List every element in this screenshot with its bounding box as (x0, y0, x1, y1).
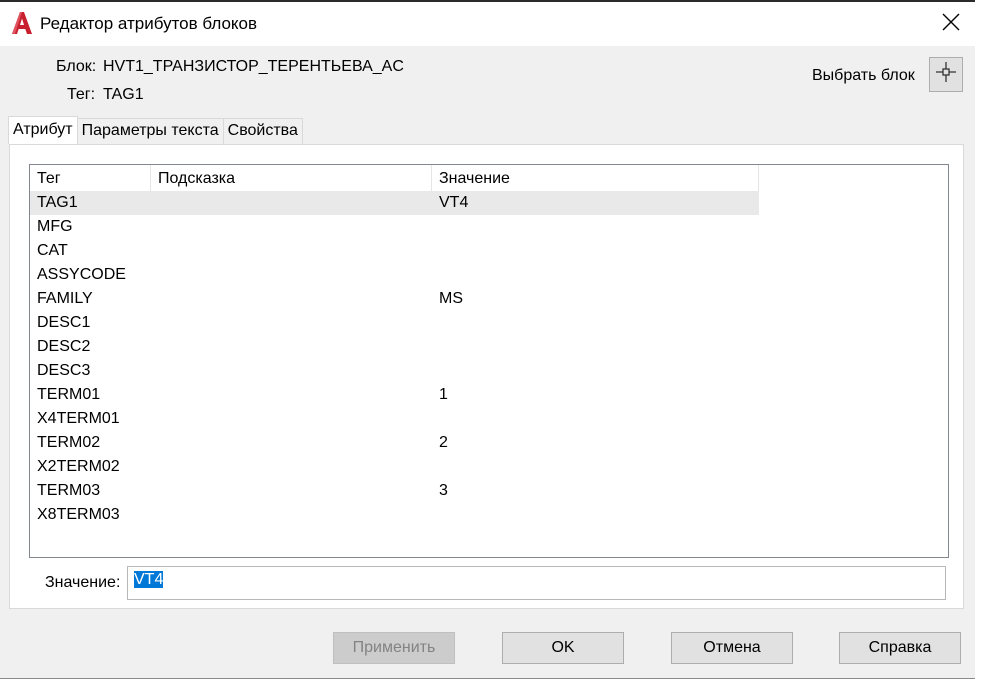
table-row[interactable]: TERM01 1 (30, 383, 948, 407)
value-input[interactable]: VT4 (127, 566, 946, 600)
value-input-text: VT4 (134, 571, 164, 588)
table-row[interactable]: FAMILY MS (30, 287, 948, 311)
cell-tag: MFG (37, 218, 73, 235)
table-row[interactable]: X8TERM03 (30, 503, 948, 527)
table-row[interactable]: TERM03 3 (30, 479, 948, 503)
cell-value (432, 359, 759, 383)
cell-tag: X4TERM01 (37, 410, 120, 427)
attribute-tab-panel: Тег Подсказка Значение TAG1 VT4 MFG CAT ASSY… (9, 144, 964, 609)
cell-value: MS (439, 290, 463, 307)
close-icon (942, 13, 960, 36)
attribute-list[interactable]: Тег Подсказка Значение TAG1 VT4 MFG CAT ASSY… (29, 164, 949, 558)
tag-label: Тег: (67, 86, 96, 103)
tab-attribute[interactable]: Атрибут (8, 116, 78, 144)
cell-tag: DESC2 (37, 338, 91, 355)
cell-tag: TERM01 (37, 386, 101, 403)
cell-value (432, 239, 759, 263)
tab-properties[interactable]: Свойства (222, 118, 303, 144)
table-row[interactable]: X2TERM02 (30, 455, 948, 479)
column-header-value[interactable]: Значение (432, 165, 759, 191)
cell-tag: ASSYCODE (37, 266, 126, 283)
value-label: Значение: (45, 574, 121, 591)
table-row[interactable]: DESC1 (30, 311, 948, 335)
pick-block-label: Выбрать блок (812, 67, 915, 84)
cell-tag: DESC1 (37, 314, 91, 331)
tab-text-options[interactable]: Параметры текста (76, 118, 224, 144)
title-bar: Редактор атрибутов блоков (0, 2, 975, 46)
cell-value (432, 455, 759, 479)
cell-tag: TERM03 (37, 482, 101, 499)
cell-prompt (151, 479, 432, 503)
tag-value: TAG1 (103, 86, 144, 103)
cell-value (432, 503, 759, 527)
table-row[interactable]: CAT (30, 239, 948, 263)
cell-prompt (151, 191, 432, 215)
block-attribute-editor-dialog: Редактор атрибутов блоков Блок: HVT1_ТРА… (0, 0, 984, 679)
table-row[interactable]: DESC2 (30, 335, 948, 359)
tab-strip: Атрибут Параметры текста Свойства (8, 116, 303, 144)
list-header: Тег Подсказка Значение (30, 165, 759, 191)
table-row[interactable]: DESC3 (30, 359, 948, 383)
cell-prompt (151, 383, 432, 407)
cell-value: 2 (439, 434, 448, 451)
apply-button[interactable]: Применить (333, 632, 455, 664)
table-row[interactable]: ASSYCODE (30, 263, 948, 287)
cell-prompt (151, 455, 432, 479)
cell-value (432, 215, 759, 239)
cell-tag: X2TERM02 (37, 458, 120, 475)
cell-value: 1 (439, 386, 448, 403)
table-row[interactable]: TERM02 2 (30, 431, 948, 455)
cell-prompt (151, 239, 432, 263)
cell-value (432, 263, 759, 287)
close-button[interactable] (934, 8, 968, 40)
cell-prompt (151, 503, 432, 527)
cell-value: VT4 (439, 194, 469, 211)
cell-prompt (151, 407, 432, 431)
window-title: Редактор атрибутов блоков (40, 14, 258, 33)
table-row[interactable]: X4TERM01 (30, 407, 948, 431)
list-body: TAG1 VT4 MFG CAT ASSYCODE FAMILY MS DESC1 DESC2 D… (30, 191, 948, 527)
cell-tag: CAT (37, 242, 68, 259)
cell-tag: TERM02 (37, 434, 101, 451)
cancel-button[interactable]: Отмена (671, 632, 793, 664)
column-header-tag[interactable]: Тег (30, 165, 151, 191)
cell-value (432, 335, 759, 359)
cell-value (432, 407, 759, 431)
cell-prompt (151, 431, 432, 455)
cell-tag: X8TERM03 (37, 506, 120, 523)
column-header-prompt[interactable]: Подсказка (151, 165, 432, 191)
cell-tag: DESC3 (37, 362, 91, 379)
autocad-logo-icon (10, 9, 34, 37)
table-row[interactable]: TAG1 VT4 (30, 191, 759, 215)
cell-prompt (151, 215, 432, 239)
table-row[interactable]: MFG (30, 215, 948, 239)
cell-value: 3 (439, 482, 448, 499)
help-button[interactable]: Справка (839, 632, 961, 664)
cell-prompt (151, 263, 432, 287)
cell-prompt (151, 287, 432, 311)
cell-tag: FAMILY (37, 290, 93, 307)
block-label: Блок: (56, 58, 97, 75)
cell-prompt (151, 359, 432, 383)
cell-value (432, 311, 759, 335)
cell-tag: TAG1 (37, 194, 78, 211)
cell-prompt (151, 311, 432, 335)
window-edge (975, 0, 984, 679)
cell-prompt (151, 335, 432, 359)
pick-crosshair-icon (935, 61, 957, 88)
pick-block-button[interactable] (929, 57, 963, 92)
block-name-value: HVT1_ТРАНЗИСТОР_ТЕРЕНТЬЕВА_AC (103, 58, 404, 75)
ok-button[interactable]: OK (502, 632, 624, 664)
